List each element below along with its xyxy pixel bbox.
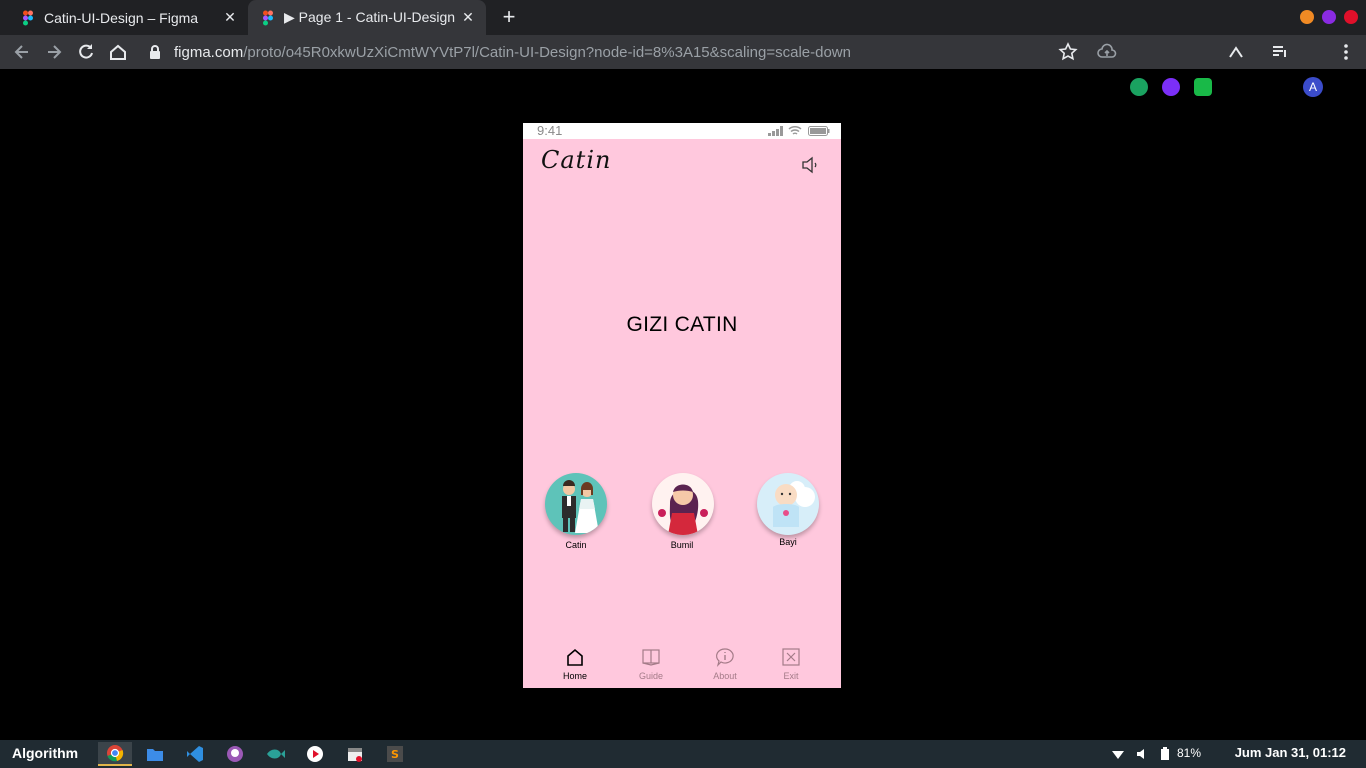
close-icon[interactable]: ✕ <box>222 9 238 25</box>
volume-icon[interactable] <box>1135 747 1149 761</box>
battery-icon[interactable] <box>1160 747 1170 761</box>
extension-icon[interactable] <box>1226 42 1246 62</box>
tab-title: ▶ Page 1 - Catin-UI-Design <box>284 9 456 25</box>
extension-icon[interactable] <box>1194 78 1212 96</box>
media-queue-icon[interactable] <box>1270 42 1290 62</box>
os-taskbar: Algorithm S 81% Jum Jan 31, 01:12 <box>0 740 1366 768</box>
book-icon <box>642 649 660 666</box>
nav-label: Exit <box>783 671 799 681</box>
reload-icon[interactable] <box>76 42 96 62</box>
taskbar-files[interactable] <box>138 742 172 766</box>
nav-label: Guide <box>638 671 664 681</box>
baby-icon <box>773 481 815 527</box>
minimize-button[interactable] <box>1300 10 1314 24</box>
vscode-icon <box>187 746 203 762</box>
category-label: Catin <box>565 540 587 550</box>
new-tab-button[interactable]: + <box>498 6 520 29</box>
battery-percent: 81% <box>1177 746 1202 760</box>
category-bayi[interactable] <box>757 473 819 535</box>
profile-avatar[interactable]: A <box>1303 77 1323 97</box>
pregnant-woman-icon <box>658 484 708 535</box>
folder-icon <box>147 749 163 761</box>
sublime-icon: S <box>387 746 403 762</box>
taskbar-app-fish[interactable] <box>258 742 292 766</box>
tab-figma-file[interactable]: Catin-UI-Design – Figma ✕ <box>0 0 248 35</box>
tab-title: Catin-UI-Design – Figma <box>44 9 199 26</box>
nav-exit[interactable]: Exit <box>764 647 818 681</box>
start-menu-button[interactable]: Algorithm <box>12 745 78 761</box>
signal-icon <box>768 126 783 136</box>
nav-label: Home <box>562 671 587 681</box>
nav-guide[interactable]: Guide <box>624 647 678 681</box>
page-title: GIZI CATIN <box>626 313 738 336</box>
exit-icon <box>782 648 800 666</box>
status-time: 9:41 <box>537 123 563 138</box>
home-icon[interactable] <box>108 42 128 62</box>
taskbar-sublime[interactable]: S <box>378 742 412 766</box>
taskbar-vscode[interactable] <box>178 742 212 766</box>
home-icon <box>567 648 583 666</box>
chrome-icon <box>107 745 124 762</box>
browser-tab-bar: Catin-UI-Design – Figma ✕ ▶ Page 1 - Cat… <box>0 0 1366 35</box>
nav-home[interactable]: Home <box>548 647 602 681</box>
url-path: /proto/o45R0xkwUzXiCmtWYVtP7l/Catin-UI-D… <box>243 43 851 61</box>
figma-icon <box>23 10 33 25</box>
wifi-icon <box>788 125 802 135</box>
phone-status-bar: 9:41 <box>523 123 841 139</box>
lock-icon[interactable] <box>148 44 162 60</box>
calendar-icon <box>348 748 362 762</box>
battery-icon <box>808 126 830 136</box>
speaker-icon[interactable] <box>799 154 821 176</box>
category-catin[interactable] <box>545 473 607 535</box>
category-label: Bayi <box>779 537 797 547</box>
nav-label: About <box>713 671 737 681</box>
info-icon <box>715 648 734 667</box>
play-icon <box>307 746 323 762</box>
bookmark-star-icon[interactable] <box>1058 42 1078 62</box>
clock[interactable]: Jum Jan 31, 01:12 <box>1235 745 1346 760</box>
forward-icon[interactable] <box>44 42 64 62</box>
taskbar-github[interactable] <box>218 742 252 766</box>
tab-prototype[interactable]: ▶ Page 1 - Catin-UI-Design ✕ <box>248 0 486 35</box>
taskbar-media-player[interactable] <box>298 742 332 766</box>
figma-icon <box>263 10 273 25</box>
back-icon[interactable] <box>12 42 32 62</box>
taskbar-chrome[interactable] <box>98 742 132 766</box>
url-host: figma.com <box>174 43 244 61</box>
nav-about[interactable]: About <box>698 647 752 681</box>
extension-icon[interactable] <box>1162 78 1180 96</box>
taskbar-calendar[interactable] <box>338 742 372 766</box>
maximize-button[interactable] <box>1322 10 1336 24</box>
category-bumil[interactable] <box>652 473 714 535</box>
network-icon[interactable] <box>1112 748 1124 760</box>
fish-icon <box>267 749 285 759</box>
category-label: Bumil <box>670 540 694 550</box>
close-window-button[interactable] <box>1344 10 1358 24</box>
app-logo: Catin <box>541 146 612 174</box>
close-icon[interactable]: ✕ <box>460 9 476 25</box>
menu-dots-icon[interactable] <box>1336 42 1356 62</box>
prototype-phone-screen: 9:41 Catin GIZI CATIN Catin Bumil Bayi H… <box>523 123 841 688</box>
cloud-upload-icon[interactable] <box>1097 42 1117 62</box>
github-icon <box>227 746 243 762</box>
extension-icon[interactable] <box>1130 78 1148 96</box>
bride-groom-icon <box>562 480 599 533</box>
address-bar[interactable]: figma.com/proto/o45R0xkwUzXiCmtWYVtP7l/C… <box>174 42 851 62</box>
svg-text:S: S <box>391 748 399 761</box>
